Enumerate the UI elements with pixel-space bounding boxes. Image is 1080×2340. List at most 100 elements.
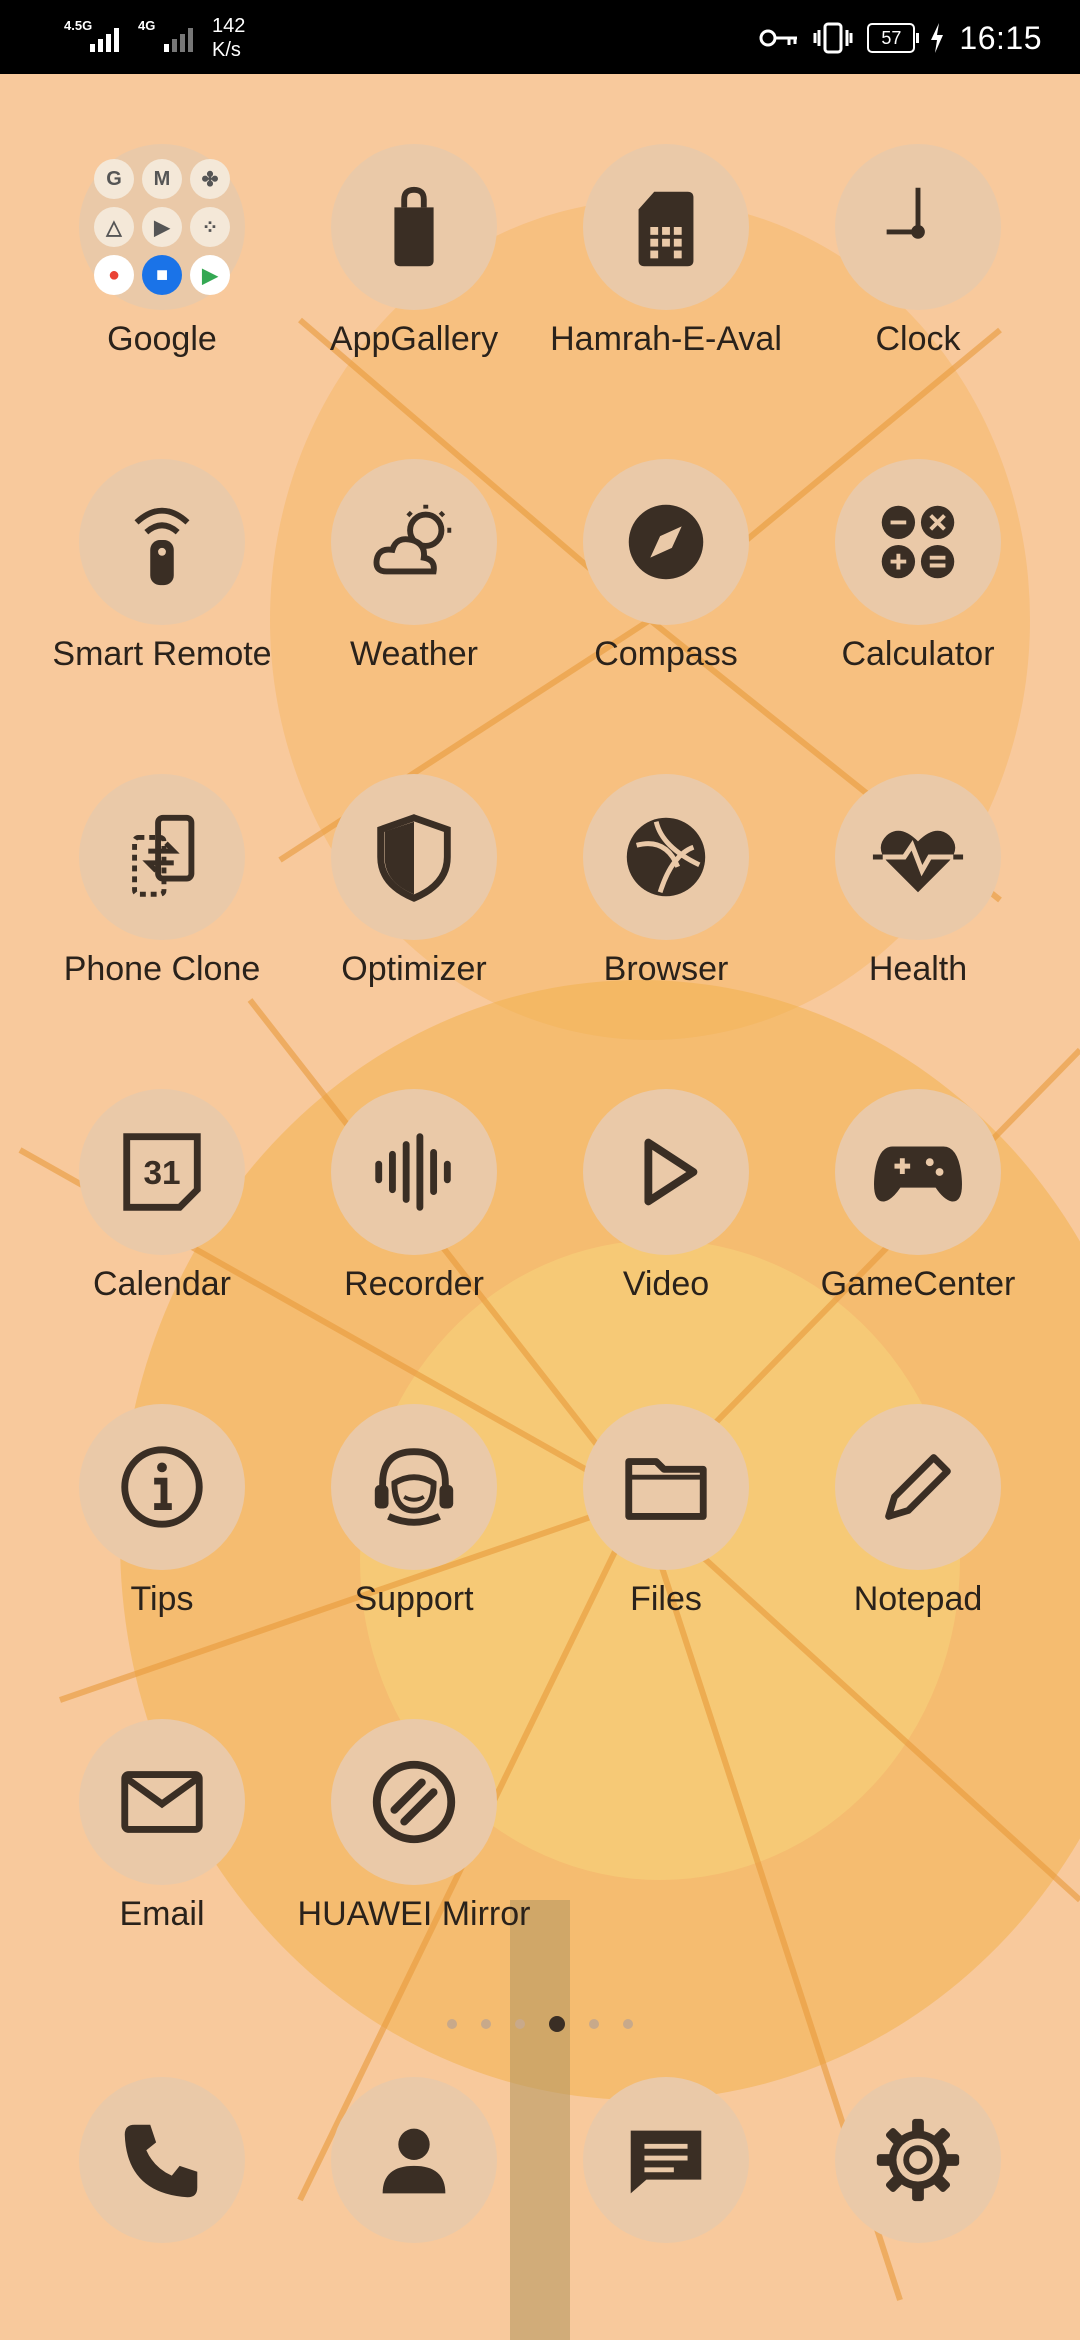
network-speed-unit: K/s xyxy=(212,39,241,61)
messages-icon xyxy=(630,2130,702,2194)
app-label: AppGallery xyxy=(329,320,499,358)
app-gamecenter[interactable]: GameCenter xyxy=(803,1089,1033,1349)
contacts-icon xyxy=(382,2128,446,2194)
calendar-icon: 31 xyxy=(123,1133,201,1211)
phone-clone-icon xyxy=(132,814,195,897)
network-type-1: 4.5G xyxy=(64,18,93,33)
phone-clone-icon-bg xyxy=(79,774,245,940)
headset-icon xyxy=(374,1448,454,1526)
heart-pulse-icon xyxy=(872,830,964,893)
app-compass[interactable]: Compass xyxy=(551,459,781,719)
app-label: GameCenter xyxy=(820,1265,1016,1303)
app-calculator[interactable]: Calculator xyxy=(803,459,1033,719)
folder-icon xyxy=(625,1458,707,1520)
notepad-icon-bg xyxy=(835,1404,1001,1570)
mail-icon xyxy=(121,1771,203,1833)
app-health[interactable]: Health xyxy=(803,774,1033,1034)
shield-icon xyxy=(377,814,451,902)
dock-contacts[interactable] xyxy=(299,2077,529,2337)
app-phone-clone[interactable]: Phone Clone xyxy=(47,774,277,1034)
app-video[interactable]: Video xyxy=(551,1089,781,1349)
app-label: HUAWEI Mirror xyxy=(297,1895,531,1933)
key-icon xyxy=(759,29,798,47)
page-dot[interactable] xyxy=(515,2019,525,2029)
app-label: Hamrah-E-Aval xyxy=(550,320,782,358)
app-support[interactable]: Support xyxy=(299,1404,529,1664)
app-label: Smart Remote xyxy=(52,635,272,673)
gamecenter-icon-bg xyxy=(835,1089,1001,1255)
weather-icon-bg xyxy=(331,459,497,625)
page-dot[interactable] xyxy=(481,2019,491,2029)
files-icon-bg xyxy=(583,1404,749,1570)
weather-icon xyxy=(373,504,452,575)
health-icon-bg xyxy=(835,774,1001,940)
calculator-icon xyxy=(881,505,955,579)
settings-icon-bg xyxy=(835,2077,1001,2243)
optimizer-icon-bg xyxy=(331,774,497,940)
vibrate-icon xyxy=(813,22,853,54)
app-label: Tips xyxy=(130,1580,194,1618)
app-label: Weather xyxy=(350,635,478,673)
folder-item-meet: ■ xyxy=(142,255,182,295)
folder-item-play: ▶ xyxy=(190,255,230,295)
calendar-icon-bg: 31 xyxy=(79,1089,245,1255)
phone-icon xyxy=(124,2124,198,2198)
signal-icon-2: 4G xyxy=(138,18,198,58)
contacts-icon-bg xyxy=(331,2077,497,2243)
page-dot[interactable] xyxy=(589,2019,599,2029)
page-dot[interactable] xyxy=(623,2019,633,2029)
page-dot[interactable] xyxy=(447,2019,457,2029)
shopping-bag-icon xyxy=(394,186,434,267)
app-huawei-mirror[interactable]: HUAWEI Mirror xyxy=(298,1719,530,1979)
browser-icon-bg xyxy=(583,774,749,940)
app-recorder[interactable]: Recorder xyxy=(299,1089,529,1349)
app-browser[interactable]: Browser xyxy=(551,774,781,1034)
support-icon-bg xyxy=(331,1404,497,1570)
page-dot-active[interactable] xyxy=(549,2016,565,2032)
app-smart-remote[interactable]: Smart Remote xyxy=(47,459,277,719)
smart-remote-icon-bg xyxy=(79,459,245,625)
app-label: Files xyxy=(630,1580,702,1618)
pencil-icon xyxy=(885,1454,951,1520)
folder-item-google: G xyxy=(94,159,134,199)
app-weather[interactable]: Weather xyxy=(299,459,529,719)
calendar-date-text: 31 xyxy=(143,1155,180,1192)
phone-icon-bg xyxy=(79,2077,245,2243)
browser-icon xyxy=(626,817,706,897)
app-label: Notepad xyxy=(853,1580,983,1618)
app-files[interactable]: Files xyxy=(551,1404,781,1664)
app-calendar[interactable]: 31 Calendar xyxy=(47,1089,277,1349)
signal-icon: 4.5G xyxy=(64,18,124,58)
clock-icon-bg xyxy=(835,144,1001,310)
settings-icon xyxy=(876,2118,960,2202)
app-label: Email xyxy=(119,1895,205,1933)
app-label: Support xyxy=(354,1580,474,1618)
app-google-folder[interactable]: G M ✤ △ ▶ ⁘ ● ■ ▶ Google xyxy=(47,144,277,404)
folder-item-photos: ✤ xyxy=(190,159,230,199)
app-label: Video xyxy=(622,1265,710,1303)
network-speed: 142 K/s xyxy=(212,14,245,62)
appgallery-icon-bg xyxy=(331,144,497,310)
email-icon-bg xyxy=(79,1719,245,1885)
app-label: Google xyxy=(107,320,217,358)
app-hamrah-e-aval[interactable]: Hamrah-E-Aval xyxy=(550,144,782,404)
network-speed-value: 142 xyxy=(212,15,246,37)
mirror-icon-bg xyxy=(331,1719,497,1885)
app-email[interactable]: Email xyxy=(47,1719,277,1979)
app-optimizer[interactable]: Optimizer xyxy=(299,774,529,1034)
dock-messages[interactable] xyxy=(551,2077,781,2337)
dock-settings[interactable] xyxy=(803,2077,1033,2337)
app-label: Health xyxy=(868,950,968,988)
recorder-icon-bg xyxy=(331,1089,497,1255)
app-label: Phone Clone xyxy=(63,950,261,988)
app-appgallery[interactable]: AppGallery xyxy=(299,144,529,404)
app-clock[interactable]: Clock xyxy=(803,144,1033,404)
clock-time: 16:15 xyxy=(959,19,1042,56)
sim-card-icon xyxy=(638,191,694,267)
app-notepad[interactable]: Notepad xyxy=(803,1404,1033,1664)
app-tips[interactable]: Tips xyxy=(47,1404,277,1664)
app-label: Recorder xyxy=(344,1265,484,1303)
calculator-icon-bg xyxy=(835,459,1001,625)
dock-phone[interactable] xyxy=(47,2077,277,2337)
status-bar: 4.5G 4G 142 K/s 57 16:15 xyxy=(0,0,1080,74)
